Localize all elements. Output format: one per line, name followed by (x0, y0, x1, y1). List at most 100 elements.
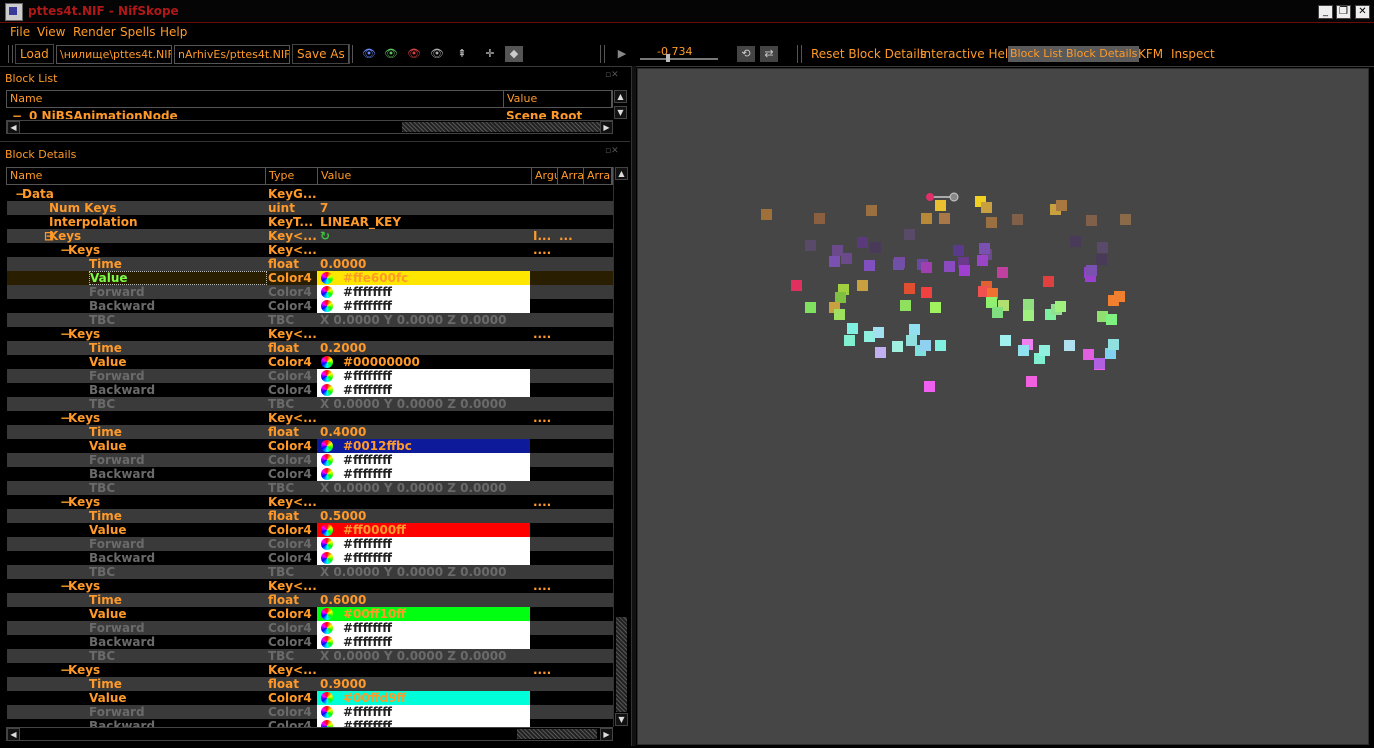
tree-row[interactable]: − Keys Key<....... (7, 663, 613, 677)
scroll-up-icon[interactable]: ▲ (615, 167, 628, 180)
color-swatch[interactable]: #ffe600fc (317, 271, 530, 285)
color-swatch[interactable]: #00000000 (317, 355, 530, 369)
tree-row[interactable]: Time float 0.9000 (7, 677, 613, 691)
tree-row[interactable]: Value Color4 #00ffd9ff (7, 691, 613, 705)
tree-row[interactable]: TBC TBC X 0.0000 Y 0.0000 Z 0.0000 (7, 313, 613, 327)
tree-row[interactable]: Forward Color4 #ffffffff (7, 453, 613, 467)
block-list-toggle[interactable]: Block List (1008, 46, 1065, 62)
field-value[interactable]: #ffffffff (317, 719, 531, 727)
tree-row[interactable]: Forward Color4 #ffffffff (7, 369, 613, 383)
field-value[interactable] (317, 663, 534, 677)
scroll-thumb[interactable] (517, 729, 597, 739)
color-wheel-icon[interactable] (321, 636, 333, 648)
color-wheel-icon[interactable] (321, 468, 333, 480)
color-swatch[interactable]: #ffffffff (317, 621, 530, 635)
field-value[interactable] (317, 327, 534, 341)
color-wheel-icon[interactable] (321, 720, 333, 727)
field-value[interactable]: #00ffd9ff (317, 691, 531, 705)
tree-row[interactable]: − Keys Key<....... (7, 327, 613, 341)
field-value[interactable]: ↻ (317, 229, 534, 243)
field-value[interactable]: #ffffffff (317, 383, 531, 397)
scroll-left-icon[interactable]: ◀ (7, 728, 20, 741)
close-button[interactable]: ✕ (1355, 5, 1370, 19)
color-wheel-icon[interactable] (321, 552, 333, 564)
tree-row[interactable]: Backward Color4 #ffffffff (7, 299, 613, 313)
field-value[interactable] (317, 187, 534, 201)
color-wheel-icon[interactable] (321, 370, 333, 382)
block-details-toggle[interactable]: Block Details (1064, 46, 1140, 62)
scroll-right-icon[interactable]: ▶ (600, 728, 613, 741)
color-swatch[interactable]: #ffffffff (317, 467, 530, 481)
color-swatch[interactable]: #ffffffff (317, 537, 530, 551)
switch-icon[interactable]: ⇄ (760, 46, 778, 62)
color-wheel-icon[interactable] (321, 454, 333, 466)
field-value[interactable] (317, 243, 534, 257)
tree-row[interactable]: Backward Color4 #ffffffff (7, 719, 613, 727)
field-value[interactable]: #ffffffff (317, 467, 531, 481)
field-value[interactable]: 0.6000 (317, 593, 534, 607)
splitter-handle[interactable] (631, 66, 636, 746)
color-swatch[interactable]: #ffffffff (317, 719, 530, 727)
field-value[interactable]: 0.9000 (317, 677, 534, 691)
field-value[interactable]: #0012ffbc (317, 439, 531, 453)
field-value[interactable]: X 0.0000 Y 0.0000 Z 0.0000 (317, 313, 534, 327)
tree-row[interactable]: Value Color4 #ff0000ff (7, 523, 613, 537)
field-value[interactable]: #ffffffff (317, 453, 531, 467)
tree-row[interactable]: − Keys Key<....... (7, 495, 613, 509)
field-value[interactable]: #ff0000ff (317, 523, 531, 537)
field-value[interactable]: #ffffffff (317, 299, 531, 313)
tree-row[interactable]: TBC TBC X 0.0000 Y 0.0000 Z 0.0000 (7, 649, 613, 663)
tree-row[interactable]: ⊟ Keys Key<... ↻ I...... (7, 229, 613, 243)
block-details-vscrollbar[interactable]: ▲ ▼ (613, 167, 629, 727)
tree-row[interactable]: Value Color4 #0012ffbc (7, 439, 613, 453)
tree-row[interactable]: Backward Color4 #ffffffff (7, 467, 613, 481)
tree-row[interactable]: Backward Color4 #ffffffff (7, 383, 613, 397)
color-wheel-icon[interactable] (321, 272, 333, 284)
color-wheel-icon[interactable] (321, 608, 333, 620)
color-wheel-icon[interactable] (321, 384, 333, 396)
color-swatch[interactable]: #ffffffff (317, 635, 530, 649)
field-value[interactable]: X 0.0000 Y 0.0000 Z 0.0000 (317, 649, 534, 663)
scroll-thumb[interactable] (616, 617, 627, 712)
restore-button[interactable]: ❐ (1336, 5, 1351, 19)
field-value[interactable]: X 0.0000 Y 0.0000 Z 0.0000 (317, 565, 534, 579)
field-value[interactable]: 7 (317, 201, 534, 215)
field-value[interactable]: X 0.0000 Y 0.0000 Z 0.0000 (317, 481, 534, 495)
field-value[interactable]: #ffffffff (317, 537, 531, 551)
color-swatch[interactable]: #ffffffff (317, 453, 530, 467)
color-swatch[interactable]: #ff0000ff (317, 523, 530, 537)
tree-row[interactable]: Backward Color4 #ffffffff (7, 635, 613, 649)
tree-row[interactable]: Interpolation KeyT... LINEAR_KEY (7, 215, 613, 229)
color-swatch[interactable]: #ffffffff (317, 551, 530, 565)
color-swatch[interactable]: #ffffffff (317, 299, 530, 313)
tree-row[interactable]: − Keys Key<....... (7, 579, 613, 593)
color-wheel-icon[interactable] (321, 356, 333, 368)
field-value[interactable] (317, 579, 534, 593)
color-swatch[interactable]: #00ff10ff (317, 607, 530, 621)
tree-row[interactable]: Time float 0.5000 (7, 509, 613, 523)
field-value[interactable]: #ffffffff (317, 621, 531, 635)
render-viewport[interactable] (637, 68, 1369, 745)
color-swatch[interactable]: #ffffffff (317, 705, 530, 719)
tree-row[interactable]: TBC TBC X 0.0000 Y 0.0000 Z 0.0000 (7, 565, 613, 579)
tree-row[interactable]: Time float 0.0000 (7, 257, 613, 271)
tree-row[interactable]: Value Color4 #00ff10ff (7, 607, 613, 621)
color-swatch[interactable]: #ffffffff (317, 285, 530, 299)
tree-row[interactable]: Value Color4 #00000000 (7, 355, 613, 369)
tree-row[interactable]: Time float 0.6000 (7, 593, 613, 607)
color-swatch[interactable]: #ffffffff (317, 369, 530, 383)
interactive-help-button[interactable]: Interactive Help (920, 47, 1016, 61)
tree-row[interactable]: − Data KeyG... (7, 187, 613, 201)
field-value[interactable]: 0.0000 (317, 257, 534, 271)
field-value[interactable] (317, 495, 534, 509)
tree-row[interactable]: Forward Color4 #ffffffff (7, 537, 613, 551)
field-value[interactable]: #ffffffff (317, 285, 531, 299)
scroll-down-icon[interactable]: ▼ (615, 713, 628, 726)
tree-row[interactable]: Backward Color4 #ffffffff (7, 551, 613, 565)
tree-row[interactable]: − Keys Key<....... (7, 243, 613, 257)
color-wheel-icon[interactable] (321, 440, 333, 452)
reset-block-details-button[interactable]: Reset Block Details (811, 47, 926, 61)
tree-row[interactable]: Time float 0.4000 (7, 425, 613, 439)
field-value[interactable]: #ffffffff (317, 551, 531, 565)
field-value[interactable]: #ffffffff (317, 635, 531, 649)
